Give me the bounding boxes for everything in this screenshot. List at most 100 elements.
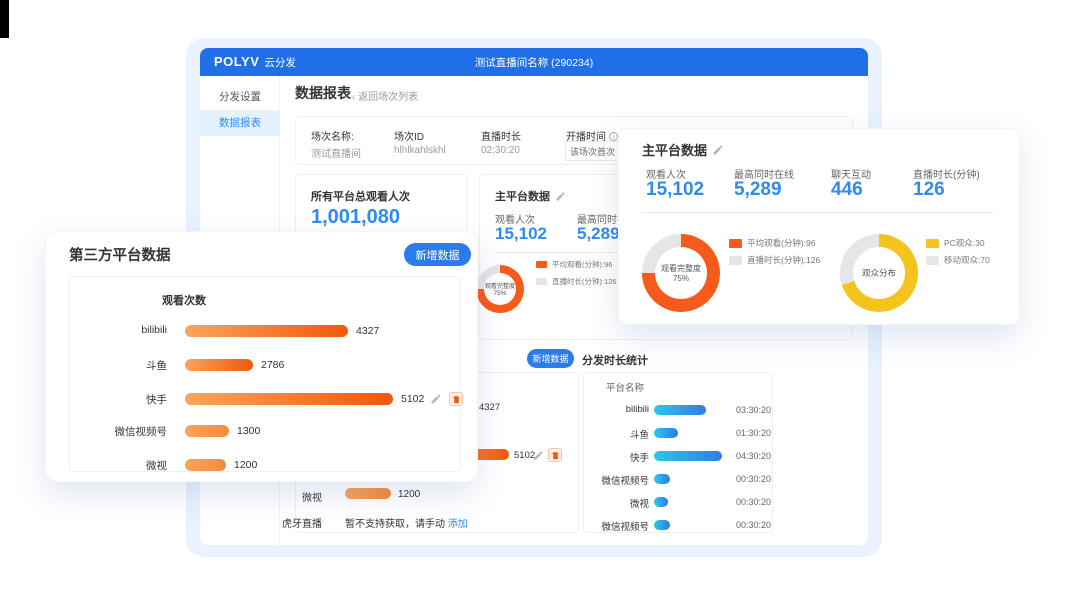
table-row-label: 微信视频号 <box>584 473 649 487</box>
bg-stat1-value: 15,102 <box>495 224 547 244</box>
session-name-value: 测试直播间 <box>311 145 361 160</box>
table-row-time: 01:30:20 <box>716 428 771 438</box>
main-platform-title-text: 主平台数据 <box>642 140 707 159</box>
stat-value: 5,289 <box>734 179 782 201</box>
legend-swatch-gray <box>926 256 939 265</box>
legend-label: 平均观看(分钟):96 <box>552 259 612 270</box>
legend-item: 平均观看(分钟):96 <box>729 237 815 249</box>
legend-swatch-orange <box>729 239 742 248</box>
sidebar-item-data-report[interactable]: 数据报表 <box>200 110 280 136</box>
live-duration-label: 直播时长 <box>481 128 521 143</box>
table-row-time: 04:30:20 <box>716 451 771 461</box>
legend-item: 直播时长(分钟):126 <box>729 254 820 266</box>
donut-center-label: 观看完整度 <box>661 263 701 274</box>
views-bar <box>185 459 226 471</box>
divider <box>642 212 994 213</box>
legend-item: 直播时长(分钟):126 <box>536 276 617 287</box>
views-bar <box>185 393 393 405</box>
delete-icon[interactable] <box>548 448 562 462</box>
session-id-value: hlhlkahlskhl <box>394 145 446 156</box>
bar-row-label: 斗鱼 <box>75 358 167 373</box>
views-chart-title: 观看次数 <box>162 292 206 308</box>
total-viewers-value: 1,001,080 <box>311 206 400 229</box>
legend-label: 移动观众:70 <box>944 254 990 266</box>
stat-value: 15,102 <box>646 179 704 201</box>
legend-swatch-gray <box>729 256 742 265</box>
legend-item: 移动观众:70 <box>926 254 990 266</box>
page-title: 数据报表 <box>295 83 351 103</box>
legend-swatch-gray <box>536 278 547 285</box>
bar-row-value: 2786 <box>261 359 284 371</box>
table-row-time: 00:30:20 <box>716 520 771 530</box>
bar-row-value: 5102 <box>401 393 424 405</box>
duration-bar <box>654 474 670 484</box>
bg-bar <box>345 488 391 499</box>
sidebar-item-distribution-settings[interactable]: 分发设置 <box>200 84 280 110</box>
unsupported-text: 暂不支持获取，请手动 添加 <box>345 515 468 530</box>
duration-bar <box>654 428 678 438</box>
duration-bar <box>654 520 670 530</box>
room-title: 测试直播间名称 (290234) <box>200 55 868 70</box>
edit-icon[interactable] <box>430 393 442 405</box>
bar-row-label: 快手 <box>75 392 167 407</box>
table-header: 平台名称 <box>606 380 644 394</box>
legend-label: 直播时长(分钟):126 <box>552 276 617 287</box>
polyv-logo: POLYV 云分发 <box>214 54 296 70</box>
duration-bar <box>654 497 668 507</box>
bar-row-value: 1300 <box>237 425 260 437</box>
third-party-overlay-card: 第三方平台数据 新增数据 观看次数 bilibili 4327 斗鱼 2786 … <box>45 231 478 482</box>
completion-donut: 观看完整度 75% <box>642 234 720 312</box>
table-row-time: 00:30:20 <box>716 497 771 507</box>
edit-icon[interactable] <box>533 450 544 461</box>
views-bar <box>185 325 348 337</box>
logo-text: POLYV <box>214 54 259 69</box>
audience-donut: 观众分布 <box>840 234 918 312</box>
table-row-time: 00:30:20 <box>716 474 771 484</box>
views-chart-panel: 观看次数 bilibili 4327 斗鱼 2786 快手 5102 微信视频号… <box>69 276 461 472</box>
table-row-label: 斗鱼 <box>584 427 649 441</box>
add-manually-link[interactable]: 添加 <box>448 519 468 530</box>
bar-row-label: 微信视频号 <box>75 424 167 439</box>
main-platform-bg-title-text: 主平台数据 <box>495 188 550 204</box>
stat-value: 126 <box>913 179 945 201</box>
back-to-session-list-link[interactable]: ‹ 返回场次列表 <box>352 88 418 103</box>
table-row-time: 03:30:20 <box>716 405 771 415</box>
duration-bar <box>654 405 706 415</box>
bg-donut-center-value: 75% <box>493 290 506 297</box>
legend-swatch-orange <box>536 261 547 268</box>
table-row-label: 快手 <box>584 450 649 464</box>
main-platform-overlay-card: 主平台数据 观看人次 15,102 最高同时在线 5,289 聊天互动 446 … <box>618 128 1020 325</box>
bg-donut-center-label: 观看完整度 <box>485 281 515 290</box>
legend-item: 平均观看(分钟):96 <box>536 259 612 270</box>
table-row-label: bilibili <box>584 404 649 415</box>
delete-icon[interactable] <box>449 392 463 406</box>
legend-item: PC观众:30 <box>926 237 985 249</box>
third-party-title: 第三方平台数据 <box>69 244 171 265</box>
donut-center-value: 75% <box>673 274 689 283</box>
edit-icon[interactable] <box>555 191 566 202</box>
logo-suffix: 云分发 <box>264 55 296 70</box>
info-icon[interactable]: i <box>609 132 618 141</box>
legend-label: 直播时长(分钟):126 <box>747 254 820 266</box>
donut-center-label: 观众分布 <box>862 267 896 279</box>
bar-row-value: 4327 <box>356 325 379 337</box>
bg-bar-value: 4327 <box>479 402 500 413</box>
views-bar <box>185 425 229 437</box>
edit-icon[interactable] <box>712 144 724 156</box>
table-row-label: 微视 <box>584 496 649 510</box>
add-data-button-bg[interactable]: 新增数据 <box>527 349 574 368</box>
legend-label: PC观众:30 <box>944 237 985 249</box>
session-name-label: 场次名称: <box>311 128 354 143</box>
start-time-tooltip: 该场次首次 <box>565 141 622 161</box>
add-data-button[interactable]: 新增数据 <box>404 243 471 266</box>
bg-stat2-value: 5,289 <box>577 224 620 244</box>
app-header: POLYV 云分发 测试直播间名称 (290234) <box>200 48 868 76</box>
distribution-duration-title: 分发时长统计 <box>582 352 648 368</box>
bar-row-label: 微视 <box>75 458 167 473</box>
total-viewers-label: 所有平台总观看人次 <box>311 188 410 204</box>
table-row-label: 微信视频号 <box>584 519 649 533</box>
bg-bar-value: 1200 <box>398 489 420 500</box>
main-platform-bg-title: 主平台数据 <box>495 188 566 204</box>
session-id-label: 场次ID <box>394 128 424 143</box>
duration-table-card: 平台名称 bilibili 03:30:20 斗鱼 01:30:20 快手 04… <box>583 372 773 533</box>
